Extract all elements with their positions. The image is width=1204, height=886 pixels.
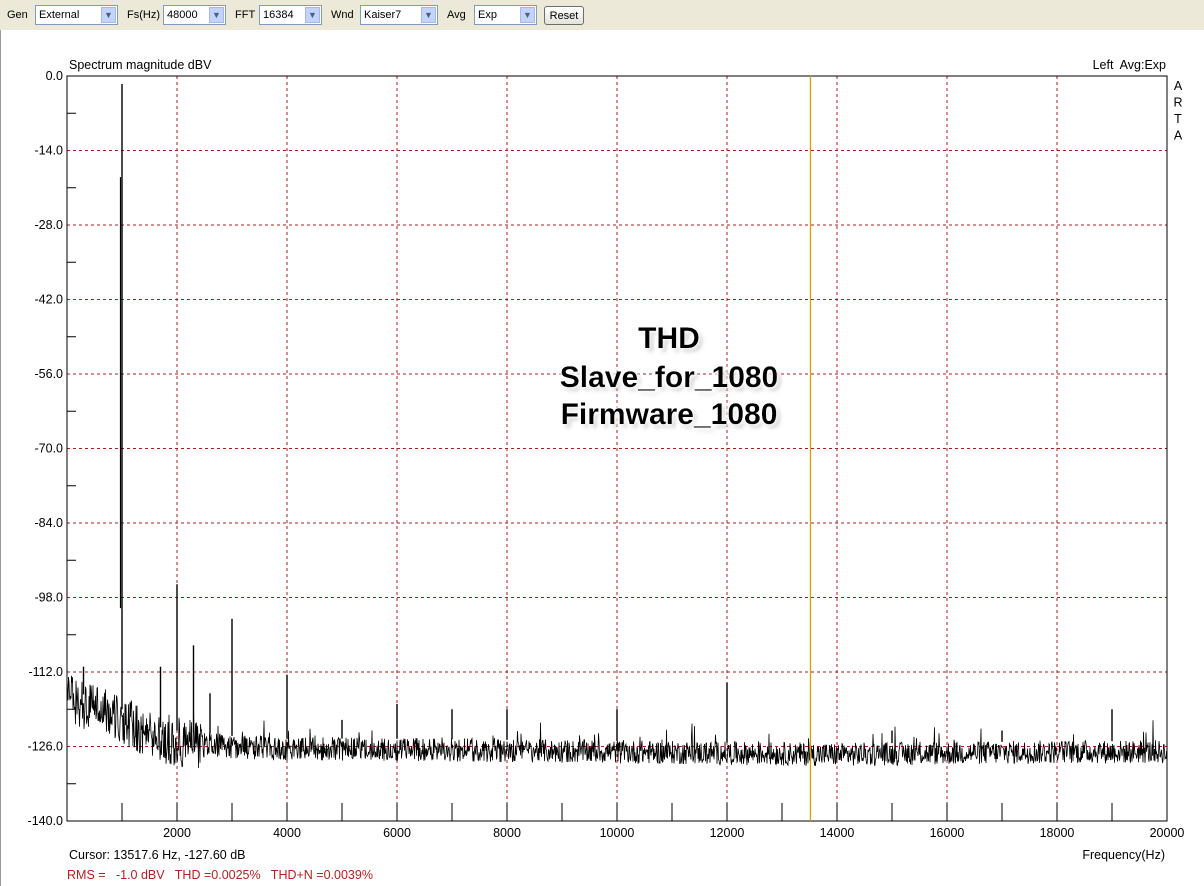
x-tick-label: 2000	[163, 826, 191, 840]
x-tick-label: 6000	[383, 826, 411, 840]
avg-select-value: Exp	[478, 9, 497, 21]
x-tick-label: 8000	[493, 826, 521, 840]
annotation-line-2: Slave_for_1080	[560, 361, 779, 394]
x-tick-label: 12000	[710, 826, 745, 840]
y-tick-label: -140.0	[28, 814, 63, 828]
wnd-select[interactable]: Kaiser7 ▼	[360, 5, 438, 25]
x-axis-label: Frequency(Hz)	[1082, 848, 1165, 862]
y-tick-label: -56.0	[35, 367, 64, 381]
gen-label: Gen	[7, 9, 28, 21]
y-tick-label: 0.0	[46, 69, 63, 83]
wnd-label: Wnd	[331, 9, 354, 21]
gen-select-value: External	[39, 9, 80, 21]
y-tick-label: -98.0	[35, 591, 64, 605]
chevron-down-icon: ▼	[209, 7, 224, 23]
thd-annotation: THD Slave_for_1080 Firmware_1080	[560, 322, 779, 431]
y-tick-label: -126.0	[28, 740, 63, 754]
x-tick-label: 14000	[820, 826, 855, 840]
annotation-line-3: Firmware_1080	[561, 398, 778, 431]
arta-brand: ARTA	[1173, 79, 1182, 143]
gen-select[interactable]: External ▼	[35, 5, 118, 25]
annotation-line-1: THD	[638, 322, 700, 355]
rms-thd-readout: RMS = -1.0 dBV THD =0.0025% THD+N =0.003…	[67, 868, 373, 882]
chevron-down-icon: ▼	[305, 7, 320, 23]
x-tick-label: 16000	[930, 826, 965, 840]
y-tick-label: -70.0	[35, 442, 64, 456]
cursor-readout: Cursor: 13517.6 Hz, -127.60 dB	[69, 848, 246, 862]
chart-title: Spectrum magnitude dBV	[69, 58, 212, 72]
y-tick-label: -42.0	[35, 293, 64, 307]
wnd-select-value: Kaiser7	[364, 9, 402, 21]
brand-letter: R	[1173, 96, 1182, 110]
y-tick-label: -112.0	[28, 665, 63, 679]
chevron-down-icon: ▼	[421, 7, 436, 23]
toolbar: Gen External ▼ Fs(Hz) 48000 ▼ FFT 16384 …	[0, 0, 1204, 31]
fft-select-value: 16384	[263, 9, 294, 21]
axis-ticks	[67, 112, 1113, 821]
spectrum-panel: 2000 4000 6000 8000 10000 12000 14000 16000 1800…	[0, 30, 1204, 886]
avg-label: Avg	[447, 9, 466, 21]
spectrum-chart[interactable]: 2000 4000 6000 8000 10000 12000 14000 16000 1800…	[1, 30, 1204, 886]
chevron-down-icon: ▼	[101, 7, 116, 23]
channel-status: Left Avg:Exp	[1093, 58, 1166, 72]
y-tick-label: -84.0	[35, 516, 64, 530]
fft-select[interactable]: 16384 ▼	[259, 5, 322, 25]
fs-select[interactable]: 48000 ▼	[163, 5, 226, 25]
x-tick-label: 4000	[273, 826, 301, 840]
y-tick-label: -14.0	[35, 144, 64, 158]
reset-button[interactable]: Reset	[544, 6, 584, 25]
fs-label: Fs(Hz)	[127, 9, 160, 21]
brand-letter: A	[1174, 129, 1183, 143]
avg-select[interactable]: Exp ▼	[474, 5, 537, 25]
chevron-down-icon: ▼	[520, 7, 535, 23]
brand-letter: T	[1174, 112, 1182, 126]
fs-select-value: 48000	[167, 9, 198, 21]
x-tick-label: 20000	[1150, 826, 1185, 840]
axis-labels: 2000 4000 6000 8000 10000 12000 14000 16000 1800…	[28, 69, 1185, 840]
x-tick-label: 18000	[1040, 826, 1075, 840]
x-tick-label: 10000	[600, 826, 635, 840]
y-tick-label: -28.0	[35, 218, 64, 232]
fft-label: FFT	[235, 9, 256, 21]
brand-letter: A	[1174, 79, 1183, 93]
